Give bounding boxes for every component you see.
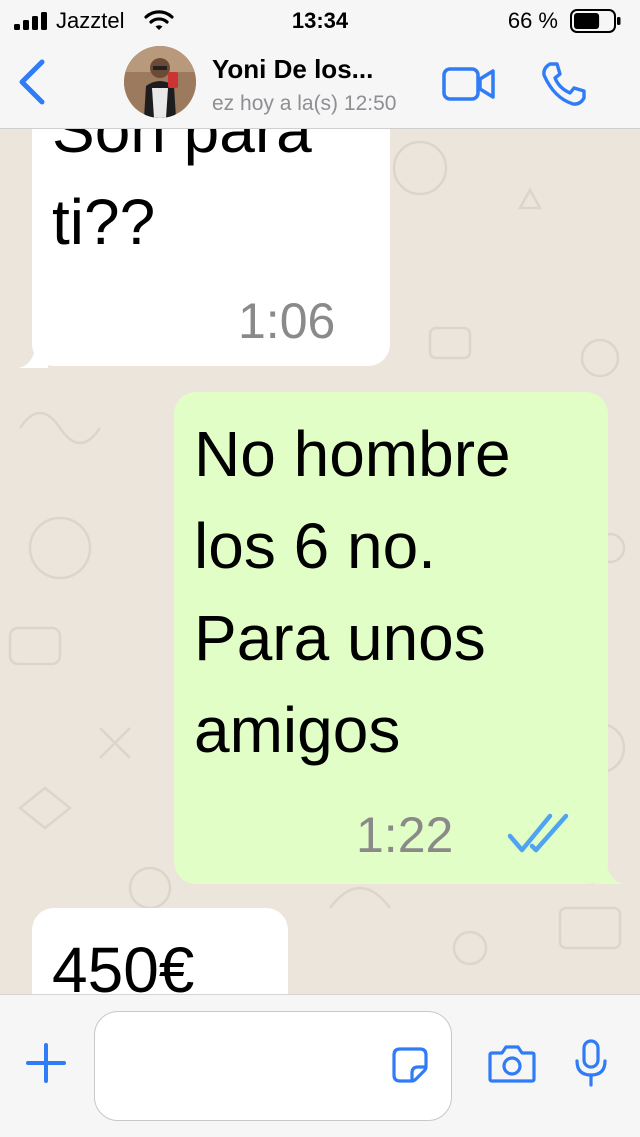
avatar-photo: [124, 46, 196, 118]
incoming-bubble-tail: [18, 346, 48, 368]
message-text: Son para ti??: [52, 128, 312, 258]
message-timestamp: 1:22: [356, 807, 454, 863]
last-seen-status: ez hoy a la(s) 12:50: [212, 92, 397, 115]
chat-header: Yoni De los... ez hoy a la(s) 12:50: [0, 40, 640, 129]
sticker-icon[interactable]: [392, 1047, 428, 1083]
battery-percentage: 66 %: [507, 8, 558, 33]
message-composer: [0, 994, 640, 1137]
message-text: No hombre los 6 no. Para unos amigos: [194, 418, 511, 766]
battery-icon: [570, 9, 621, 33]
chat-messages-area[interactable]: Son para ti?? 1:06 No hombre los 6 no. P…: [0, 128, 640, 994]
back-chevron-icon[interactable]: [14, 56, 50, 108]
incoming-message-bubble[interactable]: 450€: [32, 908, 288, 994]
phone-call-icon[interactable]: [540, 60, 588, 108]
read-receipt-double-check-icon: [507, 813, 569, 853]
video-call-icon[interactable]: [442, 64, 496, 104]
outgoing-bubble-tail: [594, 862, 624, 884]
status-bar: Jazztel 13:34 66 %: [0, 0, 640, 40]
message-timestamp: 1:06: [238, 293, 336, 349]
contact-name[interactable]: Yoni De los...: [212, 54, 373, 85]
camera-icon[interactable]: [488, 1043, 536, 1083]
plus-icon[interactable]: [24, 1041, 68, 1085]
contact-avatar[interactable]: [124, 46, 196, 118]
microphone-icon[interactable]: [574, 1039, 608, 1087]
outgoing-message-bubble[interactable]: No hombre los 6 no. Para unos amigos 1:2…: [174, 392, 608, 884]
message-text: 450€: [52, 934, 195, 994]
incoming-message-bubble[interactable]: Son para ti?? 1:06: [32, 128, 390, 366]
